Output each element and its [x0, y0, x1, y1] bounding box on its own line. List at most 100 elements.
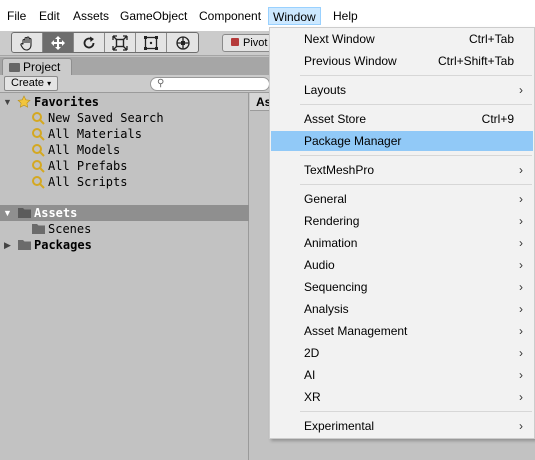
menu-item-label: Asset Management [304, 324, 408, 338]
menu-item-label: Layouts [304, 83, 347, 97]
chevron-right-icon: › [519, 368, 523, 382]
hand-tool-icon[interactable] [12, 33, 43, 52]
chevron-down-icon: ▾ [47, 79, 52, 88]
menu-item-textmeshpro[interactable]: TextMeshPro › [271, 160, 533, 180]
chevron-right-icon: › [519, 192, 523, 206]
menu-help[interactable]: Help [329, 7, 362, 25]
menu-item-asset-management[interactable]: Asset Management › [271, 321, 533, 341]
menu-item-analysis[interactable]: Analysis › [271, 299, 533, 319]
caret-down-icon[interactable]: ▼ [3, 97, 12, 107]
menu-file[interactable]: File [3, 7, 30, 25]
chevron-right-icon: › [519, 302, 523, 316]
menu-item-audio[interactable]: Audio › [271, 255, 533, 275]
menu-edit[interactable]: Edit [35, 7, 64, 25]
menu-item-label: 2D [304, 346, 320, 360]
menu-item-next-window[interactable]: Next Window Ctrl+Tab [271, 29, 533, 49]
menu-separator [300, 411, 532, 412]
transform-tools [11, 32, 199, 53]
folder-icon [17, 206, 32, 223]
menu-item-label: AI [304, 368, 316, 382]
tab-project-label: Project [23, 60, 61, 74]
menu-item-label: Experimental [304, 419, 375, 433]
window-menu-dropdown: Next Window Ctrl+Tab Previous Window Ctrl+… [269, 27, 535, 439]
rect-tool-icon[interactable] [136, 33, 167, 52]
content-header: Assets [250, 93, 270, 111]
chevron-right-icon: › [519, 390, 523, 404]
menu-item-asset-store[interactable]: Asset Store Ctrl+9 [271, 109, 533, 129]
menu-separator [300, 104, 532, 105]
menu-item-label: XR [304, 390, 321, 404]
menu-component[interactable]: Component [195, 7, 265, 25]
menu-item-shortcut: Ctrl+Shift+Tab [437, 54, 514, 68]
menu-item-experimental[interactable]: Experimental › [271, 416, 533, 436]
caret-right-icon[interactable]: ▶ [4, 240, 11, 251]
menu-item-package-manager[interactable]: Package Manager [271, 131, 533, 151]
create-dropdown[interactable]: Create ▾ [4, 76, 59, 91]
transform-tool-icon[interactable] [167, 33, 198, 52]
scenes-label: Scenes [48, 222, 92, 236]
menu-item-label: Previous Window [304, 54, 397, 68]
menu-item-label: Package Manager [304, 134, 402, 148]
menu-item-rendering[interactable]: Rendering › [271, 211, 533, 231]
favorite-label: All Materials [48, 127, 142, 141]
caret-down-icon[interactable]: ▼ [3, 208, 12, 218]
move-tool-icon[interactable] [43, 33, 74, 52]
search-input[interactable]: ⚲ [150, 77, 270, 91]
chevron-right-icon: › [519, 280, 523, 294]
chevron-right-icon: › [519, 163, 523, 177]
create-label: Create [11, 77, 45, 89]
favorite-label: All Scripts [48, 175, 128, 189]
menu-item-label: Audio [304, 258, 335, 272]
project-tab-row: Project [0, 57, 270, 75]
menu-item-shortcut: Ctrl+Tab [468, 32, 514, 46]
menu-separator [300, 184, 532, 185]
menu-item-layouts[interactable]: Layouts › [271, 80, 533, 100]
assets-label: Assets [34, 206, 78, 220]
favorite-label: All Models [48, 143, 121, 157]
menu-gameobject[interactable]: GameObject [116, 7, 191, 25]
menu-item-ai[interactable]: AI › [271, 365, 533, 385]
menu-assets[interactable]: Assets [69, 7, 113, 25]
chevron-right-icon: › [519, 324, 523, 338]
search-icon: ⚲ [157, 78, 165, 89]
menu-item-animation[interactable]: Animation › [271, 233, 533, 253]
menu-item-2d[interactable]: 2D › [271, 343, 533, 363]
menu-item-label: General [304, 192, 347, 206]
chevron-right-icon: › [519, 346, 523, 360]
pivot-toggle[interactable]: Pivot [222, 34, 272, 52]
project-content: Assets [250, 93, 270, 460]
menu-window[interactable]: Window [268, 7, 321, 25]
chevron-right-icon: › [519, 419, 523, 433]
menu-item-general[interactable]: General › [271, 189, 533, 209]
pivot-icon [231, 38, 239, 46]
menu-separator [300, 155, 532, 156]
menu-item-label: Analysis [304, 302, 349, 316]
favorites-label: Favorites [34, 95, 100, 109]
tab-project[interactable]: Project [2, 58, 72, 75]
project-tree: ▼ Favorites New Saved Search All Materia… [0, 93, 249, 460]
scale-tool-icon[interactable] [105, 33, 136, 52]
rotate-tool-icon[interactable] [74, 33, 105, 52]
star-icon [17, 95, 31, 113]
project-toolbar: Create ▾ ⚲ [0, 75, 270, 93]
main-toolbar: Pivot [0, 31, 272, 56]
folder-icon [9, 63, 20, 72]
pivot-label: Pivot [243, 37, 268, 49]
menu-item-label: Rendering [304, 214, 360, 228]
menu-item-label: Next Window [304, 32, 375, 46]
favorite-label: New Saved Search [48, 111, 164, 125]
chevron-right-icon: › [519, 258, 523, 272]
packages-label: Packages [34, 238, 92, 252]
search-icon [31, 175, 45, 193]
chevron-right-icon: › [519, 236, 523, 250]
folder-icon [17, 238, 32, 255]
menu-item-previous-window[interactable]: Previous Window Ctrl+Shift+Tab [271, 51, 533, 71]
menu-separator [300, 75, 532, 76]
menu-item-label: Animation [304, 236, 358, 250]
menu-item-xr[interactable]: XR › [271, 387, 533, 407]
menu-item-shortcut: Ctrl+9 [481, 112, 514, 126]
chevron-right-icon: › [519, 83, 523, 97]
menu-item-label: Asset Store [304, 112, 367, 126]
menu-item-sequencing[interactable]: Sequencing › [271, 277, 533, 297]
menu-item-label: TextMeshPro [304, 163, 375, 177]
